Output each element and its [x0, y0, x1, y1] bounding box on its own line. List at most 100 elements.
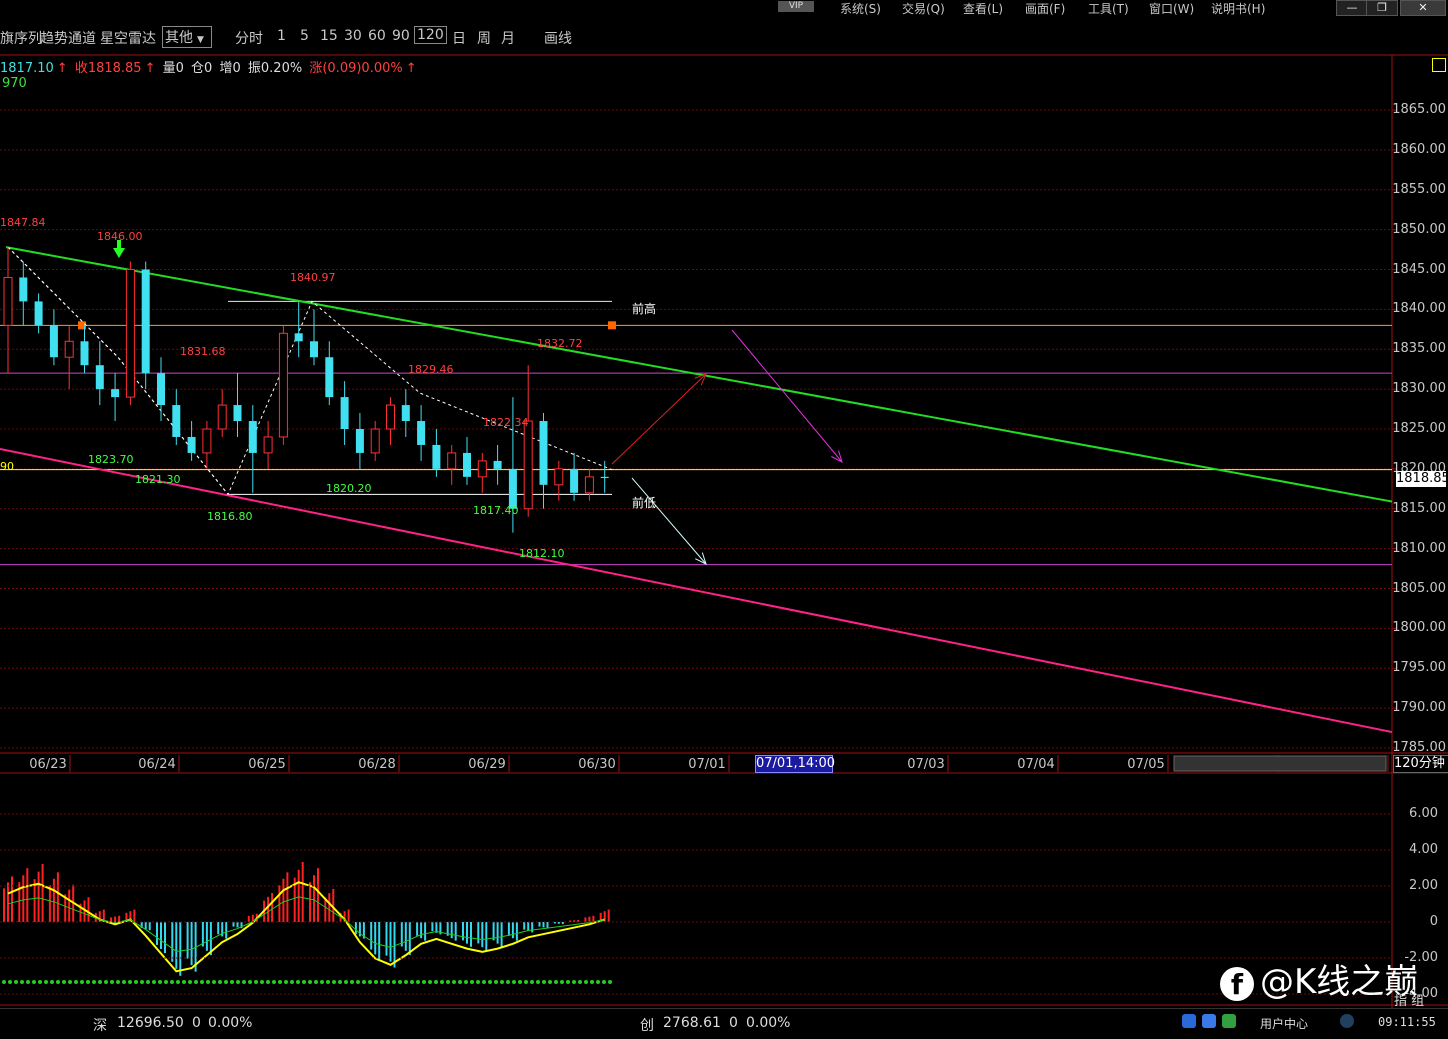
- macd-dot: [98, 980, 102, 984]
- macd-dot: [248, 980, 252, 984]
- corner-square-icon[interactable]: [1432, 58, 1446, 72]
- macd-dot: [308, 980, 312, 984]
- macd-dot: [242, 980, 246, 984]
- price-annotation: 1823.70: [88, 453, 134, 466]
- macd-dot: [524, 980, 528, 984]
- shen-label: 深: [93, 1018, 107, 1034]
- macd-dot: [380, 980, 384, 984]
- macd-dot: [260, 980, 264, 984]
- macd-tick-label: 4.00: [1409, 842, 1438, 857]
- price-tick-label: 1830.00: [1392, 381, 1446, 397]
- macd-dot: [428, 980, 432, 984]
- candle-body: [539, 421, 548, 485]
- date-tick-label: 06/29: [468, 757, 505, 772]
- candle-body: [263, 436, 273, 454]
- macd-dot: [8, 980, 12, 984]
- candle-body: [34, 301, 43, 326]
- book-icon[interactable]: [1202, 1014, 1216, 1028]
- down-marker-icon: [113, 248, 125, 258]
- macd-dot: [86, 980, 90, 984]
- price-annotation: 1829.46: [408, 363, 454, 376]
- candle-body: [95, 365, 104, 390]
- magenta-arrow: [731, 329, 843, 463]
- macd-dot: [542, 980, 546, 984]
- candle-body: [3, 276, 13, 326]
- macd-dot: [608, 980, 612, 984]
- candle-body: [355, 429, 364, 453]
- macd-dot: [140, 980, 144, 984]
- macd-dot: [602, 980, 606, 984]
- down-arrow: [631, 477, 707, 565]
- candle-body: [233, 405, 242, 422]
- candle-body: [523, 420, 533, 510]
- candle-body: [294, 333, 303, 342]
- candle-body: [370, 428, 380, 454]
- candle-body: [157, 373, 165, 406]
- price-tick-label: 1855.00: [1392, 181, 1446, 197]
- price-tick-label: 1835.00: [1392, 341, 1446, 357]
- shen-value: 12696.50: [117, 1015, 184, 1031]
- macd-dot: [332, 980, 336, 984]
- user-center-link[interactable]: 用户中心: [1260, 1015, 1308, 1032]
- macd-dot: [224, 980, 228, 984]
- price-annotation: 1817.40: [473, 504, 519, 517]
- macd-dot: [74, 980, 78, 984]
- upper-trendline: [5, 246, 1393, 503]
- shen-percent: 0.00%: [208, 1015, 253, 1031]
- price-tick-label: 1840.00: [1392, 301, 1446, 317]
- macd-dot: [314, 980, 318, 984]
- macd-dot: [146, 980, 150, 984]
- macd-dot: [230, 980, 234, 984]
- macd-dot: [482, 980, 486, 984]
- macd-dot: [176, 980, 180, 984]
- macd-dot: [530, 980, 534, 984]
- macd-dot: [206, 980, 210, 984]
- macd-dot: [62, 980, 66, 984]
- price-tick-label: 1810.00: [1392, 540, 1446, 556]
- candle-body: [217, 404, 227, 430]
- macd-dot: [476, 980, 480, 984]
- macd-dot: [296, 980, 300, 984]
- date-tick-label: 06/30: [578, 757, 615, 772]
- price-annotation: 1816.80: [207, 510, 253, 523]
- price-tick-label: 1785.00: [1392, 740, 1446, 755]
- candle-body: [477, 460, 487, 478]
- candle-body: [600, 476, 609, 479]
- macd-dot: [590, 980, 594, 984]
- price-annotation: 1847.84: [0, 216, 46, 229]
- macd-dot: [278, 980, 282, 984]
- s-icon[interactable]: [1182, 1014, 1196, 1028]
- macd-dot: [122, 980, 126, 984]
- candle-body: [325, 357, 334, 398]
- refresh-icon[interactable]: [1222, 1014, 1236, 1028]
- macd-dot: [38, 980, 42, 984]
- macd-dot: [170, 980, 174, 984]
- macd-dot: [536, 980, 540, 984]
- current-price-tag: 1818.85: [1396, 471, 1448, 487]
- macd-dot: [254, 980, 258, 984]
- candle-body: [432, 444, 441, 469]
- candle-body: [463, 452, 471, 477]
- candle-body: [508, 468, 517, 509]
- macd-dot: [362, 980, 366, 984]
- date-tick-label: 06/28: [358, 757, 395, 772]
- candlestick-chart[interactable]: 1847.84 1846.00 1840.97 1831.68 1829.46 1832.…: [0, 0, 1448, 1008]
- price-tick-label: 1865.00: [1392, 102, 1446, 117]
- candle-body: [570, 468, 579, 493]
- macd-dot: [578, 980, 582, 984]
- price-annotation: 1820.20: [326, 482, 372, 495]
- macd-dot: [14, 980, 18, 984]
- watermark: f @K线之巅: [1220, 954, 1418, 1003]
- macd-dot: [368, 980, 372, 984]
- macd-dot: [374, 980, 378, 984]
- macd-dot: [212, 980, 216, 984]
- macd-dot: [500, 980, 504, 984]
- candle-body: [80, 341, 89, 366]
- macd-dot: [152, 980, 156, 984]
- candle-body: [187, 436, 196, 453]
- candle-body: [493, 460, 502, 469]
- macd-dot: [80, 980, 84, 984]
- date-tick-label: 07/04: [1017, 757, 1054, 772]
- macd-dot: [134, 980, 138, 984]
- macd-dot: [320, 980, 324, 984]
